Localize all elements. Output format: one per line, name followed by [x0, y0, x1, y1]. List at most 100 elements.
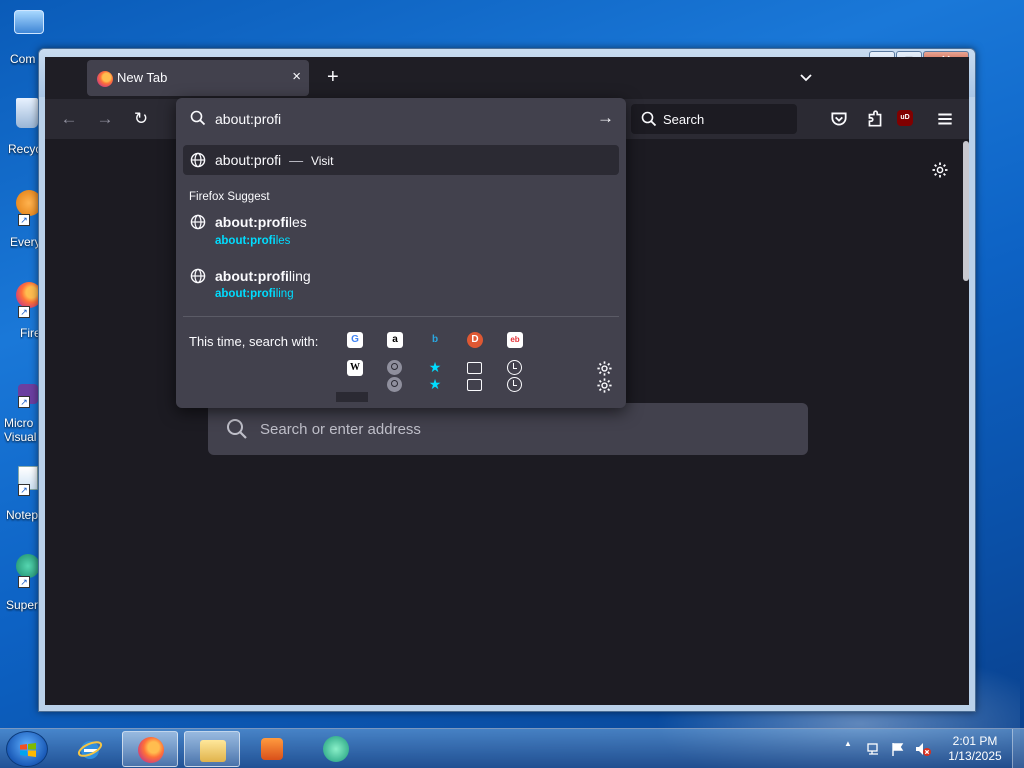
page-scrollbar[interactable] — [963, 141, 969, 281]
file-explorer-icon — [200, 740, 226, 762]
amazon-engine-icon[interactable]: a — [387, 332, 403, 348]
search-icon — [641, 111, 657, 127]
suggestion-url-match: about:profi — [215, 235, 276, 247]
firefox-favicon-icon — [97, 71, 113, 87]
globe-icon — [190, 268, 206, 284]
desktop-icon-computer[interactable]: Com — [0, 10, 44, 80]
shortcut-arrow-icon: ↗ — [18, 214, 30, 226]
gear-icon[interactable] — [931, 161, 949, 179]
suggestion-title-rest: ling — [288, 268, 311, 284]
shortcut-arrow-icon: ↗ — [18, 396, 30, 408]
start-button[interactable] — [6, 731, 48, 767]
heuristic-row-text: about:profi — Visit — [215, 152, 333, 168]
ublock-origin-icon[interactable]: uD — [897, 110, 913, 126]
search-with-label: This time, search with: — [189, 334, 319, 349]
tab-title: New Tab — [117, 70, 168, 85]
tab-close-icon[interactable]: × — [292, 68, 301, 85]
suggestion-title: about:profiling — [215, 268, 311, 284]
extensions-puzzle-icon[interactable] — [865, 109, 885, 129]
tab-strip: New Tab × + — [45, 57, 969, 99]
firefox-icon — [138, 737, 164, 763]
search-engine-mag-icon[interactable] — [387, 377, 402, 392]
action-center-flag-icon[interactable] — [890, 741, 906, 757]
suggestion-title-match: about:profi — [215, 268, 289, 284]
desktop-icon-label: Notep — [6, 508, 39, 522]
taskbar-media-player[interactable] — [244, 731, 300, 767]
ebay-engine-icon[interactable]: eb — [507, 332, 523, 348]
windows-logo-icon — [20, 743, 36, 757]
suggestion-url: about:profiling — [215, 288, 294, 300]
app-shortcut-icon — [16, 554, 40, 578]
new-tab-search-box[interactable]: Search or enter address — [208, 403, 808, 455]
volume-muted-icon[interactable] — [914, 741, 932, 757]
app-icon — [323, 736, 349, 762]
history-clock-icon[interactable] — [507, 360, 522, 375]
reload-button[interactable]: ↻ — [131, 109, 151, 129]
desktop-icon-visual-studio[interactable]: ↗ Micro Visual — [0, 384, 40, 454]
taskbar-internet-explorer[interactable] — [62, 731, 118, 767]
wikipedia-engine-icon[interactable]: W — [347, 360, 363, 376]
pocket-icon[interactable] — [829, 109, 849, 129]
heuristic-title: about:profi — [215, 152, 282, 168]
address-bar-value: about:profi — [215, 111, 282, 127]
bookmarks-star-icon[interactable]: ★ — [427, 377, 443, 391]
desktop-icon-everything[interactable]: ↗ Every — [0, 190, 42, 260]
suggestion-url-match: about:profi — [215, 288, 276, 300]
desktop-icon-recycle-bin[interactable]: Recyc — [0, 98, 42, 168]
network-icon[interactable] — [866, 741, 882, 757]
desktop-icon-super[interactable]: ↗ Super — [0, 554, 40, 624]
new-tab-search-placeholder: Search or enter address — [260, 421, 421, 438]
media-player-icon — [261, 738, 283, 760]
taskbar-firefox[interactable] — [122, 731, 178, 767]
tabs-icon[interactable] — [467, 379, 482, 391]
globe-icon — [190, 214, 206, 230]
history-clock-icon[interactable] — [507, 377, 522, 392]
search-icon — [227, 419, 247, 439]
new-tab-button[interactable]: + — [327, 66, 339, 89]
desktop-icon-label: Micro Visual — [4, 416, 37, 444]
shortcut-arrow-icon: ↗ — [18, 576, 30, 588]
shortcut-arrow-icon: ↗ — [18, 484, 30, 496]
show-desktop-button[interactable] — [1012, 729, 1024, 768]
go-arrow-button[interactable]: → — [597, 108, 614, 128]
recycle-bin-icon — [16, 98, 38, 128]
suggestion-url: about:profiles — [215, 235, 290, 247]
computer-icon — [14, 10, 44, 34]
desktop-icon-notepad[interactable]: ↗ Notep — [0, 466, 40, 536]
firefox-suggest-group-label: Firefox Suggest — [189, 191, 270, 203]
shortcut-arrow-icon: ↗ — [18, 306, 30, 318]
desktop-icon-label: Super — [6, 598, 39, 612]
search-settings-gear-icon[interactable] — [596, 360, 613, 377]
address-bar-input[interactable]: about:profi → — [176, 98, 626, 140]
google-engine-icon[interactable]: G — [347, 332, 363, 348]
suggestion-url-rest: les — [275, 235, 291, 247]
suggestion-row-profiling[interactable]: about:profiling about:profiling — [183, 260, 619, 306]
dropdown-tooltip-fragment — [336, 392, 368, 402]
show-hidden-icons-arrow[interactable]: ▲ — [844, 739, 852, 748]
search-box-label: Search — [663, 112, 705, 127]
back-button[interactable]: ← — [59, 109, 79, 129]
toolbar-search-box[interactable]: Search — [631, 104, 797, 134]
heuristic-separator: — — [289, 152, 304, 168]
bing-engine-icon[interactable]: b — [427, 332, 443, 348]
duckduckgo-engine-icon[interactable]: D — [467, 332, 483, 348]
tab-new-tab[interactable]: New Tab × — [87, 60, 309, 96]
bookmarks-star-icon[interactable]: ★ — [427, 360, 443, 374]
suggestion-row-profiles[interactable]: about:profiles about:profiles — [183, 206, 619, 252]
list-all-tabs-icon[interactable] — [799, 71, 813, 85]
heuristic-visit-row[interactable]: about:profi — Visit — [183, 145, 619, 175]
tabs-icon[interactable] — [467, 362, 482, 374]
taskbar-clock[interactable]: 2:01 PM 1/13/2025 — [940, 734, 1010, 764]
app-menu-icon[interactable] — [935, 109, 955, 129]
forward-button[interactable]: → — [95, 109, 115, 129]
search-settings-gear-icon[interactable] — [596, 377, 613, 394]
suggestion-url-rest: ling — [275, 288, 294, 300]
desktop-icon-label: Recyc — [8, 142, 42, 156]
desktop-icon-firefox[interactable]: ↗ Fire — [0, 282, 42, 352]
globe-icon — [190, 152, 206, 168]
taskbar-file-explorer[interactable] — [184, 731, 240, 767]
internet-explorer-icon — [77, 741, 103, 759]
taskbar-app[interactable] — [308, 731, 364, 767]
search-shortcuts-divider — [183, 316, 619, 317]
search-engine-mag-icon[interactable] — [387, 360, 402, 375]
